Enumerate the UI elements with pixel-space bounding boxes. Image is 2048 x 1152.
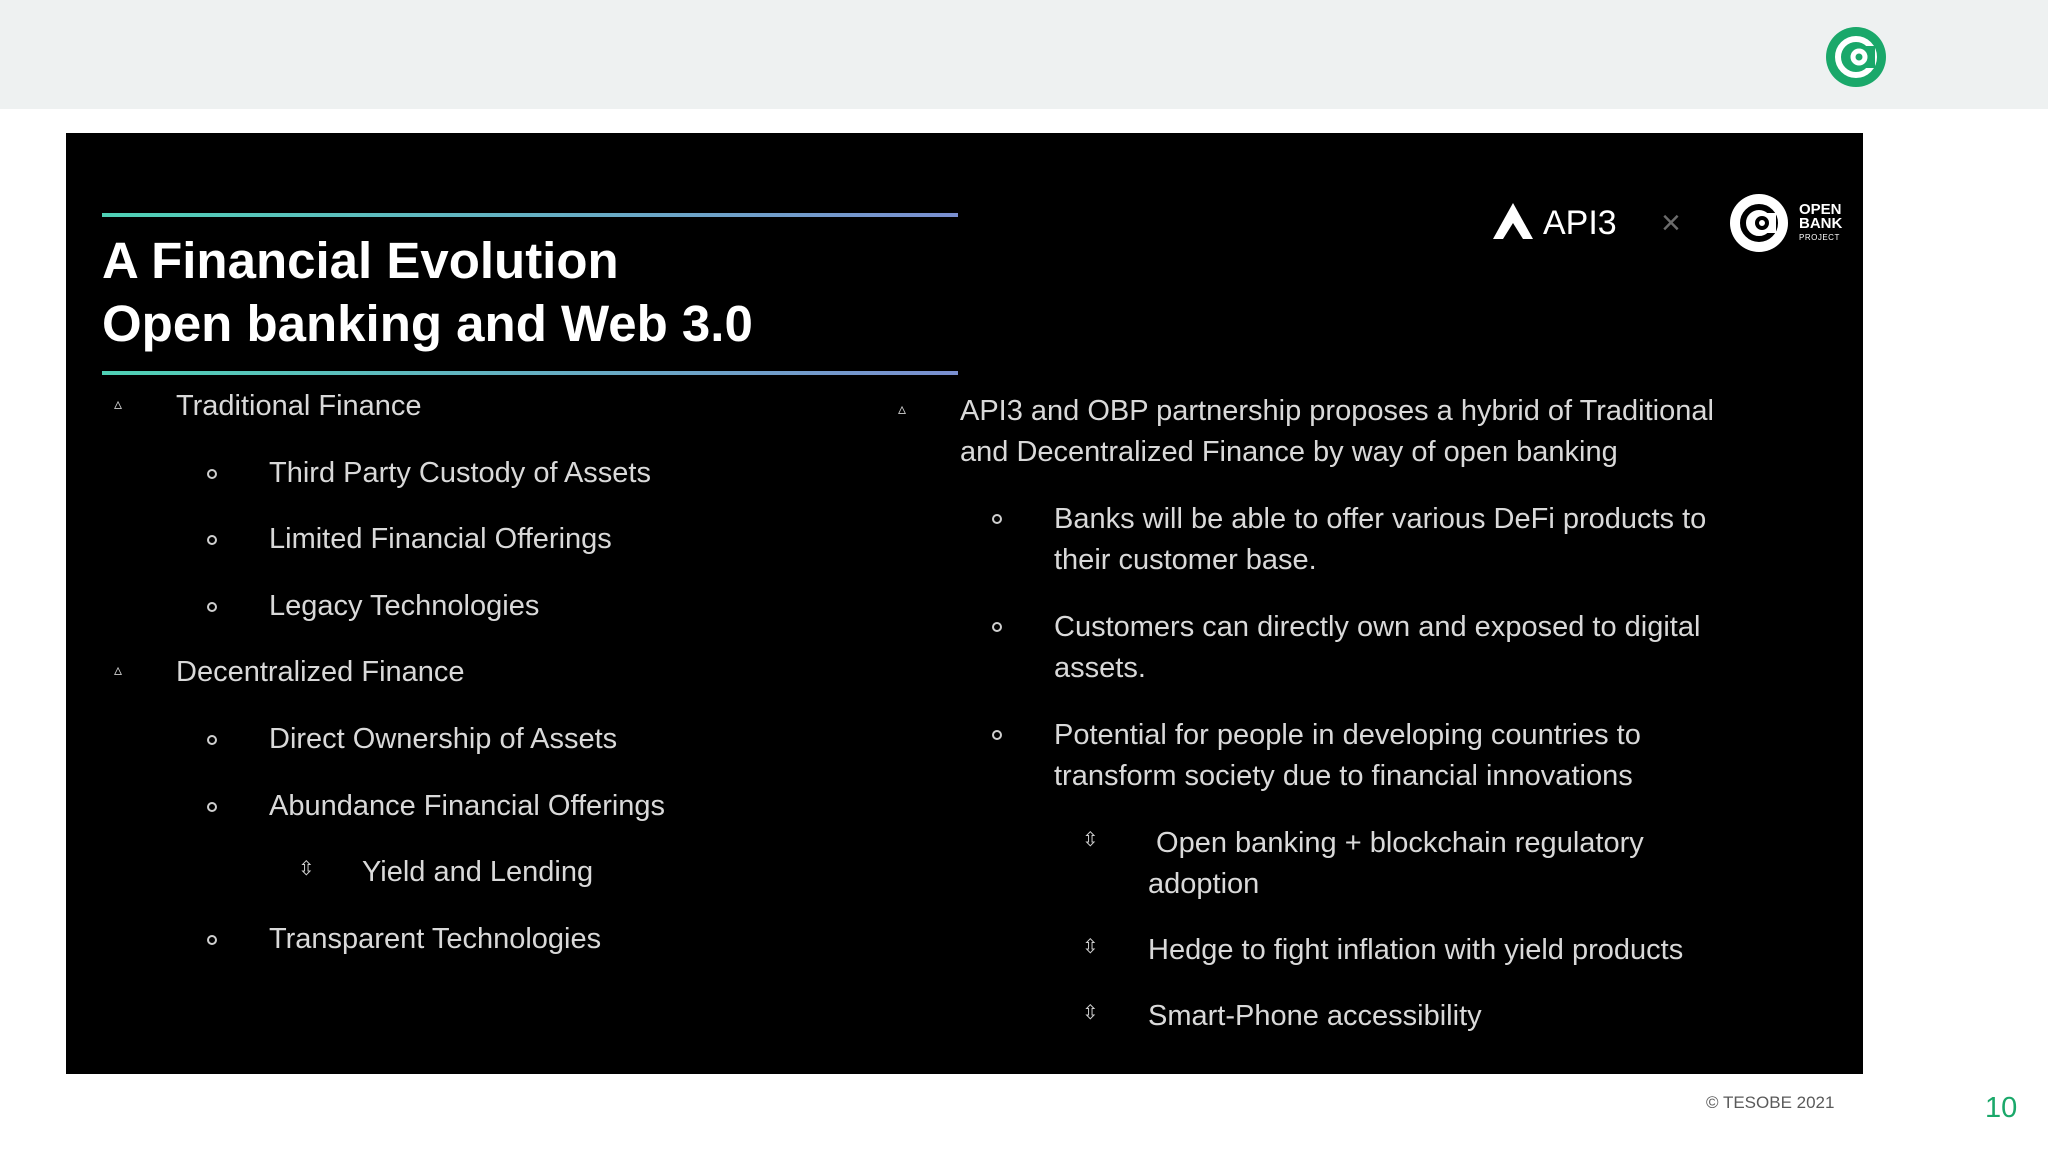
list-item: Third Party Custody of Assets	[269, 457, 651, 489]
title-line-1: A Financial Evolution	[102, 232, 619, 289]
list-item: Limited Financial Offerings	[269, 523, 612, 555]
open-bank-project-logo-icon	[1826, 27, 1886, 87]
circle-bullet-icon	[207, 469, 217, 479]
point-1-line-2: their customer base.	[1054, 544, 1317, 576]
diamond-arrow-bullet-icon: ⇳	[1082, 829, 1099, 851]
top-band	[0, 0, 2048, 109]
circle-bullet-icon	[992, 514, 1002, 524]
point-1-line-1: Banks will be able to offer various DeFi…	[1054, 503, 1707, 535]
obp-logo-text: OPEN BANK PROJECT	[1799, 201, 1843, 242]
api3-logo-text: API3	[1543, 204, 1617, 242]
intro-line-2: and Decentralized Finance by way of open…	[960, 436, 1618, 468]
triangle-bullet-icon: ▵	[114, 662, 123, 679]
diamond-arrow-bullet-icon: ⇳	[298, 858, 315, 880]
slide: A Financial Evolution Open banking and W…	[66, 133, 1863, 1074]
list-item: Abundance Financial Offerings	[269, 790, 666, 822]
copyright: © TESOBE 2021	[1706, 1093, 1835, 1112]
point-3-line-1: Potential for people in developing count…	[1054, 719, 1641, 751]
triangle-bullet-icon: ▵	[898, 401, 907, 418]
diamond-arrow-bullet-icon: ⇳	[1082, 936, 1099, 958]
circle-bullet-icon	[207, 802, 217, 812]
point-2-line-1: Customers can directly own and exposed t…	[1054, 611, 1701, 643]
circle-bullet-icon	[207, 935, 217, 945]
subpoint-1-line-1: Open banking + blockchain regulatory	[1148, 827, 1644, 859]
title-rule-bottom	[102, 371, 958, 375]
page-number: 10	[1985, 1092, 2018, 1124]
title-line-2: Open banking and Web 3.0	[102, 295, 753, 352]
slide-title: A Financial Evolution Open banking and W…	[102, 229, 753, 355]
circle-bullet-icon	[207, 535, 217, 545]
partner-logos: API3 × OPEN BANK PROJECT	[1491, 163, 1851, 263]
partnership-x-icon: ×	[1661, 204, 1681, 242]
api3-logo-icon	[1493, 203, 1533, 239]
circle-bullet-icon	[992, 730, 1002, 740]
traditional-finance-label: Traditional Finance	[176, 390, 422, 422]
point-3-line-2: transform society due to financial innov…	[1054, 760, 1633, 792]
list-subitem: Yield and Lending	[362, 856, 594, 888]
intro-line-1: API3 and OBP partnership proposes a hybr…	[960, 395, 1714, 427]
list-item: Transparent Technologies	[269, 923, 602, 955]
circle-bullet-icon	[207, 602, 217, 612]
circle-bullet-icon	[992, 622, 1002, 632]
decentralized-finance-label: Decentralized Finance	[176, 656, 465, 688]
list-item: Direct Ownership of Assets	[269, 723, 618, 755]
subpoint-2: Hedge to fight inflation with yield prod…	[1148, 934, 1684, 966]
title-rule-top	[102, 213, 958, 217]
diamond-arrow-bullet-icon: ⇳	[1082, 1002, 1099, 1024]
circle-bullet-icon	[207, 735, 217, 745]
subpoint-1-line-2: adoption	[1148, 868, 1260, 900]
list-item: Legacy Technologies	[269, 590, 540, 622]
obp-logo-icon	[1730, 194, 1788, 252]
subpoint-3: Smart-Phone accessibility	[1148, 1000, 1482, 1032]
point-2-line-2: assets.	[1054, 652, 1146, 684]
triangle-bullet-icon: ▵	[114, 396, 123, 413]
